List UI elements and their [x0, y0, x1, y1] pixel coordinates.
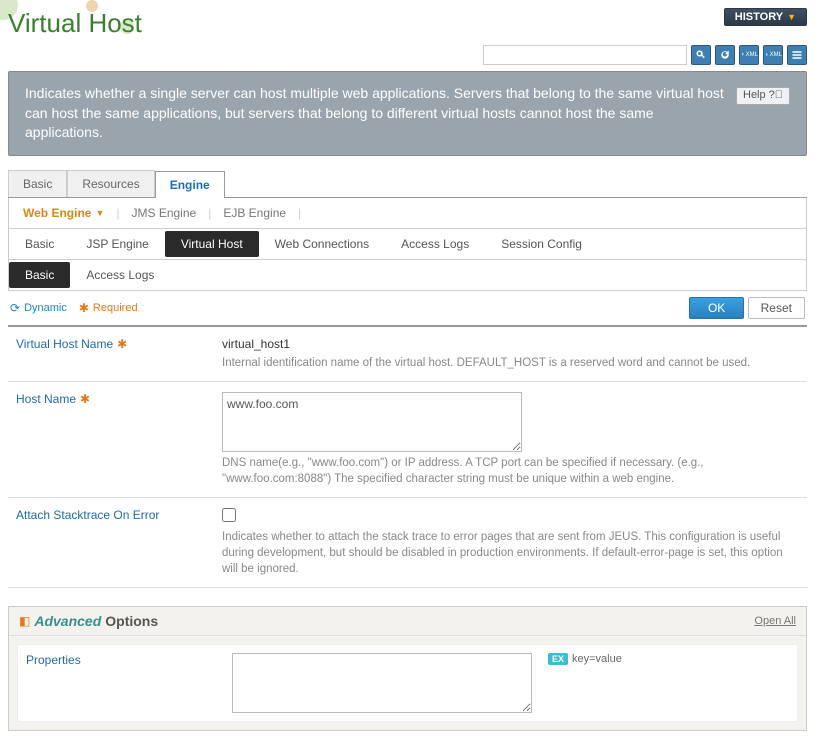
description-panel: Indicates whether a single server can ho… [8, 71, 807, 156]
open-all-link[interactable]: Open All [754, 615, 796, 627]
required-icon: ✱ [80, 392, 90, 406]
input-host-name[interactable] [222, 392, 522, 452]
settings-icon[interactable] [787, 45, 807, 65]
main-tabs: Basic Resources Engine [8, 170, 807, 198]
required-icon: ✱ [117, 337, 127, 351]
subtab-basic[interactable]: Basic [9, 231, 70, 257]
help-label: Help [743, 88, 766, 103]
help-icon: ?⃝ [769, 88, 783, 103]
export-xml-icon[interactable]: XML [739, 45, 759, 65]
row-attach-stacktrace: Attach Stacktrace On Error Indicates whe… [8, 498, 807, 588]
description-text: Indicates whether a single server can ho… [25, 84, 726, 143]
subsubtab-basic[interactable]: Basic [9, 262, 70, 288]
tab-basic[interactable]: Basic [8, 170, 67, 197]
engine-tab-jms[interactable]: JMS Engine [128, 206, 201, 220]
sub-tabs: Basic JSP Engine Virtual Host Web Connec… [8, 229, 807, 260]
import-xml-icon[interactable]: XML [763, 45, 783, 65]
help-virtual-host-name: Internal identification name of the virt… [222, 355, 799, 371]
refresh-icon[interactable] [715, 45, 735, 65]
subtab-jsp-engine[interactable]: JSP Engine [70, 231, 165, 257]
subsub-tabs: Basic Access Logs [8, 260, 807, 291]
engine-tab-ejb[interactable]: EJB Engine [219, 206, 290, 220]
ok-button[interactable]: OK [689, 297, 744, 319]
legend-required: ✱ Required [79, 301, 138, 315]
legend-dynamic: ⟳ Dynamic [10, 301, 67, 315]
help-host-name: DNS name(e.g., "www.foo.com") or IP addr… [222, 455, 799, 487]
engine-tab-web[interactable]: Web Engine ▼ [19, 206, 108, 220]
tab-engine[interactable]: Engine [155, 171, 225, 198]
history-label: HISTORY [735, 11, 783, 23]
history-button[interactable]: HISTORY ▼ [724, 8, 807, 26]
required-icon: ✱ [79, 301, 89, 315]
subtab-virtual-host[interactable]: Virtual Host [165, 231, 259, 257]
tab-resources[interactable]: Resources [67, 170, 154, 197]
form-block: Virtual Host Name ✱ virtual_host1 Intern… [8, 325, 807, 589]
expand-icon: ◧ [19, 614, 30, 628]
dynamic-icon: ⟳ [10, 301, 20, 315]
row-properties: Properties EX key=value [18, 645, 797, 721]
label-host-name: Host Name [16, 392, 76, 406]
input-properties[interactable] [232, 653, 532, 713]
label-properties: Properties [26, 653, 81, 667]
search-icon[interactable] [691, 45, 711, 65]
search-input[interactable] [483, 45, 687, 65]
subtab-access-logs[interactable]: Access Logs [385, 231, 485, 257]
subtab-web-connections[interactable]: Web Connections [259, 231, 386, 257]
subsubtab-access-logs[interactable]: Access Logs [70, 262, 170, 288]
label-virtual-host-name: Virtual Host Name [16, 337, 113, 351]
label-attach-stacktrace: Attach Stacktrace On Error [16, 508, 159, 522]
advanced-panel: ◧ Advanced Options Open All Properties E… [8, 606, 807, 731]
engine-tabs: Web Engine ▼ | JMS Engine | EJB Engine | [8, 198, 807, 229]
help-button[interactable]: Help ?⃝ [736, 87, 790, 105]
help-attach-stacktrace: Indicates whether to attach the stack tr… [222, 529, 799, 577]
checkbox-attach-stacktrace[interactable] [222, 508, 236, 522]
row-host-name: Host Name ✱ DNS name(e.g., "www.foo.com"… [8, 382, 807, 498]
chevron-down-icon: ▼ [787, 12, 796, 22]
subtab-session-config[interactable]: Session Config [485, 231, 598, 257]
properties-hint: EX key=value [548, 653, 622, 665]
advanced-title[interactable]: ◧ Advanced Options [19, 613, 158, 629]
chevron-down-icon: ▼ [95, 208, 104, 218]
reset-button[interactable]: Reset [748, 297, 805, 319]
page-title: Virtual Host [8, 8, 142, 39]
row-virtual-host-name: Virtual Host Name ✱ virtual_host1 Intern… [8, 327, 807, 382]
example-badge: EX [548, 653, 568, 665]
value-virtual-host-name: virtual_host1 [222, 337, 799, 351]
